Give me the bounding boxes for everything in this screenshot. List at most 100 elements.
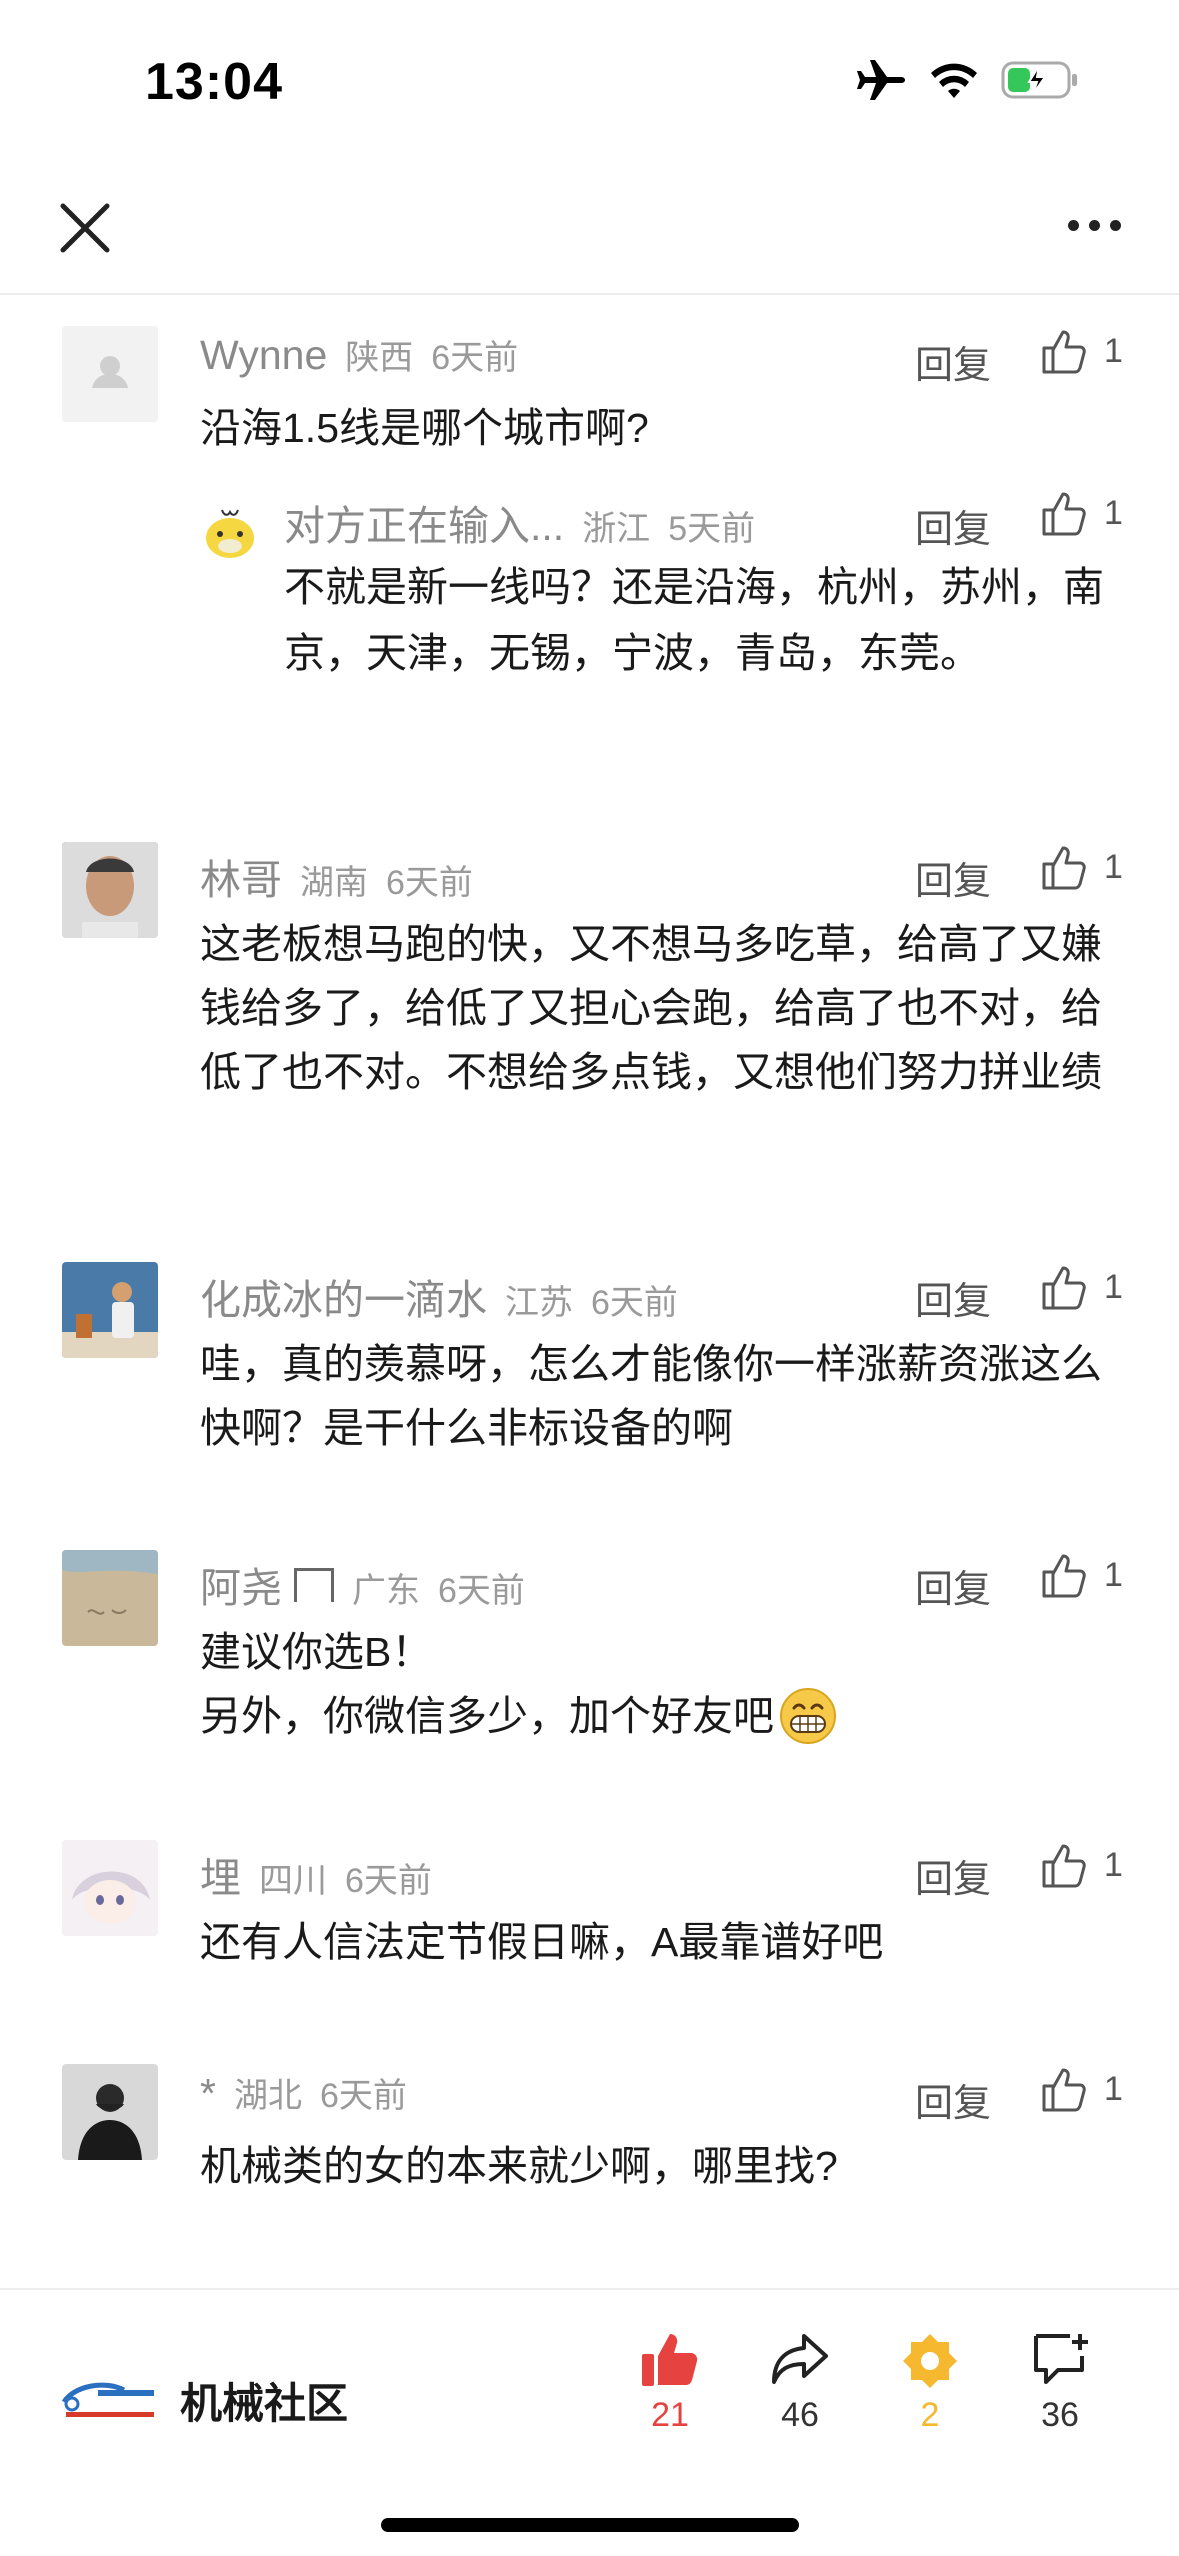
comment-region: 江苏 xyxy=(505,1284,573,1322)
home-indicator[interactable] xyxy=(381,2518,799,2532)
comment-time: 6天前 xyxy=(386,864,473,902)
comment-text: 哇，真的羡慕呀，怎么才能像你一样涨薪资涨这么快啊？是干什么非标设备的啊 xyxy=(200,1341,1102,1451)
avatar[interactable] xyxy=(62,842,158,938)
reply-button[interactable]: 回复 xyxy=(915,334,991,389)
more-dot-icon xyxy=(1088,219,1100,231)
person-photo-icon xyxy=(62,2064,158,2160)
comment-action-button[interactable]: 36 xyxy=(1000,2330,1120,2435)
like-button[interactable]: 1 xyxy=(1040,1262,1123,1312)
comment-time: 6天前 xyxy=(345,1862,432,1900)
comment-item: Wynne 陕西 6天前 回复 1 沿海1.5线是哪个城市啊? 对方正在输入..… xyxy=(0,322,1179,752)
comment-header: 化成冰的一滴水 江苏 6天前 xyxy=(200,1266,678,1326)
avatar[interactable] xyxy=(62,1840,158,1936)
favorite-badge-icon xyxy=(903,2334,957,2388)
community-logo[interactable] xyxy=(58,2368,158,2428)
close-button[interactable] xyxy=(55,198,115,258)
wifi-icon xyxy=(931,63,977,98)
comment-item: 林哥 湖南 6天前 回复 1 这老板想马跑的快，又不想马多吃草，给高了又嫌钱给多… xyxy=(0,838,1179,1188)
avatar[interactable] xyxy=(62,1262,158,1358)
thumbs-up-icon xyxy=(1042,492,1086,536)
sub-reply-header: 对方正在输入... 浙江 5天前 xyxy=(284,492,755,552)
comment-time: 6天前 xyxy=(319,2077,407,2115)
like-count: 1 xyxy=(1104,847,1123,886)
comment-text: 沿海1.5线是哪个城市啊? xyxy=(200,405,649,451)
community-name[interactable]: 机械社区 xyxy=(180,2370,348,2431)
figure-photo-icon xyxy=(62,1262,158,1358)
nav-bar xyxy=(0,160,1179,295)
comment-text: 这老板想马跑的快，又不想马多吃草，给高了又嫌钱给多了，给低了又担心会跑，给高了也… xyxy=(200,921,1102,1095)
more-dot-icon xyxy=(1067,219,1079,231)
like-action-button[interactable]: 21 xyxy=(610,2330,730,2435)
bottom-action-bar: 机械社区 21 46 2 36 xyxy=(0,2288,1179,2556)
favorite-action-button[interactable]: 2 xyxy=(870,2330,990,2435)
comment-text-line2: 另外，你微信多少，加个好友吧 xyxy=(200,1684,1120,1748)
grin-emoji-icon xyxy=(780,1688,836,1744)
thumbs-up-icon xyxy=(1042,1554,1086,1598)
reply-button[interactable]: 回复 xyxy=(915,850,991,905)
comment-item: 阿尧 广东 6天前 回复 1 建议你选B！ 另外，你微信多少，加个好友吧 xyxy=(0,1546,1179,1776)
reply-button[interactable]: 回复 xyxy=(915,2072,991,2127)
comment-author[interactable]: 化成冰的一滴水 xyxy=(200,1266,487,1326)
reply-button[interactable]: 回复 xyxy=(915,1270,991,1325)
comment-header: * 湖北 6天前 xyxy=(200,2068,407,2128)
battery-icon xyxy=(1001,61,1077,99)
like-button[interactable]: 1 xyxy=(1040,326,1123,376)
like-button[interactable]: 1 xyxy=(1040,488,1123,538)
logo-icon xyxy=(61,2382,154,2417)
comment-text: 建议你选B！ xyxy=(200,1629,433,1675)
thumbs-up-filled-icon xyxy=(642,2334,698,2386)
like-action-count: 21 xyxy=(651,2396,689,2434)
avatar[interactable] xyxy=(62,2064,158,2160)
sand-photo-icon xyxy=(62,1550,158,1646)
like-button[interactable]: 1 xyxy=(1040,842,1123,892)
default-user-icon xyxy=(92,356,128,388)
sub-reply-avatar[interactable] xyxy=(200,502,260,562)
name-box-icon xyxy=(294,1568,334,1602)
thumbs-up-icon xyxy=(1042,330,1086,374)
comment-item: 埋 四川 6天前 回复 1 还有人信法定节假日嘛，A最靠谱好吧 xyxy=(0,1836,1179,2006)
comment-header: 埋 四川 6天前 xyxy=(200,1844,432,1904)
sub-reply-region: 浙江 xyxy=(582,510,651,548)
comment-text: 还有人信法定节假日嘛，A最靠谱好吧 xyxy=(200,1919,884,1965)
like-button[interactable]: 1 xyxy=(1040,1550,1123,1600)
sub-reply-author[interactable]: 对方正在输入... xyxy=(284,492,564,552)
comment-plus-icon xyxy=(1034,2334,1088,2384)
comment-author[interactable]: * xyxy=(200,2070,216,2117)
comment-region: 湖北 xyxy=(233,2077,302,2115)
duck-avatar-icon xyxy=(206,509,254,558)
like-count: 1 xyxy=(1104,331,1123,370)
like-count: 1 xyxy=(1104,493,1123,532)
thumbs-up-icon xyxy=(1042,1266,1086,1310)
reply-button[interactable]: 回复 xyxy=(915,1848,991,1903)
close-icon xyxy=(60,203,110,253)
reply-button[interactable]: 回复 xyxy=(915,498,991,553)
comment-region: 四川 xyxy=(259,1862,327,1900)
status-icons xyxy=(855,58,1079,102)
comment-author[interactable]: Wynne xyxy=(200,332,327,379)
comment-action-count: 36 xyxy=(1041,2396,1079,2434)
like-button[interactable]: 1 xyxy=(1040,1840,1123,1890)
share-action-button[interactable]: 46 xyxy=(740,2330,860,2435)
sub-reply-time: 5天前 xyxy=(668,510,756,548)
avatar[interactable] xyxy=(62,326,158,422)
share-arrow-icon xyxy=(772,2334,828,2384)
comment-author[interactable]: 阿尧 xyxy=(200,1554,282,1614)
like-button[interactable]: 1 xyxy=(1040,2064,1123,2114)
comment-region: 广东 xyxy=(352,1572,420,1610)
share-action-count: 46 xyxy=(781,2396,819,2434)
comment-time: 6天前 xyxy=(438,1572,525,1610)
comment-text: 机械类的女的本来就少啊，哪里找? xyxy=(200,2143,838,2189)
avatar[interactable] xyxy=(62,1550,158,1646)
comment-author[interactable]: 林哥 xyxy=(200,846,282,906)
comment-item: 化成冰的一滴水 江苏 6天前 回复 1 哇，真的羡慕呀，怎么才能像你一样涨薪资涨… xyxy=(0,1258,1179,1488)
comment-author[interactable]: 埋 xyxy=(200,1844,241,1904)
thumbs-up-icon xyxy=(1042,1844,1086,1888)
like-count: 1 xyxy=(1104,1845,1123,1884)
status-bar: 13:04 xyxy=(0,0,1179,160)
like-count: 1 xyxy=(1104,1555,1123,1594)
reply-button[interactable]: 回复 xyxy=(915,1558,991,1613)
favorite-action-count: 2 xyxy=(920,2396,940,2434)
comment-header: 阿尧 广东 6天前 xyxy=(200,1554,525,1614)
more-button[interactable] xyxy=(1059,210,1129,240)
comment-region: 陕西 xyxy=(345,339,414,377)
